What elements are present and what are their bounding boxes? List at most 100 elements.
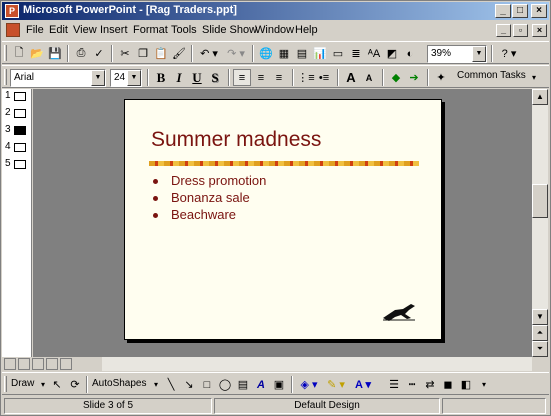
horizontal-scrollbar[interactable] xyxy=(102,357,532,371)
arrow-icon[interactable]: ↘ xyxy=(180,376,198,393)
slide-view-icon[interactable] xyxy=(32,358,44,370)
doc-close-button[interactable]: × xyxy=(532,24,547,37)
select-objects-icon[interactable]: ↖ xyxy=(48,376,66,393)
maximize-button[interactable]: □ xyxy=(512,4,528,18)
slide-thumbnail-icon[interactable] xyxy=(14,143,26,152)
menu-slide-show[interactable]: Slide Show xyxy=(202,24,257,36)
wordart-icon[interactable]: A xyxy=(252,376,270,393)
demote-icon[interactable]: ➔ xyxy=(405,69,423,86)
powerpoint-app-icon[interactable]: P xyxy=(5,4,19,18)
slide-thumbnail-icon[interactable] xyxy=(14,109,26,118)
chevron-down-icon[interactable]: ▾ xyxy=(475,376,493,393)
slide-thumbnail-icon[interactable] xyxy=(14,92,26,101)
arrow-style-icon[interactable]: ⇄ xyxy=(421,376,439,393)
slide-show-view-icon[interactable] xyxy=(60,358,72,370)
slide-sorter-view-icon[interactable] xyxy=(46,358,58,370)
insert-chart-icon[interactable]: 📊 xyxy=(311,45,329,62)
decrease-font-icon[interactable]: A xyxy=(360,69,378,86)
fill-color-icon[interactable]: ◈ ▾ xyxy=(296,376,322,393)
chevron-down-icon[interactable]: ▼ xyxy=(127,70,141,86)
line-icon[interactable]: ╲ xyxy=(162,376,180,393)
clip-art-icon[interactable]: ▣ xyxy=(270,376,288,393)
help-icon[interactable]: ? ▾ xyxy=(496,45,522,62)
normal-view-icon[interactable] xyxy=(4,358,16,370)
scroll-up-icon[interactable]: ▲ xyxy=(532,89,548,105)
italic-icon[interactable]: I xyxy=(170,69,188,86)
insert-table-icon[interactable]: ▤ xyxy=(293,45,311,62)
show-formatting-icon[interactable]: ᴬA xyxy=(365,45,383,62)
format-painter-icon[interactable]: 🖌 xyxy=(170,45,188,62)
copy-icon[interactable]: ❐ xyxy=(134,45,152,62)
next-slide-icon[interactable]: ⏷ xyxy=(532,341,548,357)
spelling-icon[interactable]: ✓ xyxy=(90,45,108,62)
bold-icon[interactable]: B xyxy=(152,69,170,86)
bullet-text[interactable]: Beachware xyxy=(171,207,236,222)
shadow-icon[interactable]: S xyxy=(206,69,224,86)
chevron-down-icon[interactable]: ▾ xyxy=(525,69,543,86)
draw-menu-button[interactable]: Draw xyxy=(11,378,34,389)
new-slide-icon[interactable]: ▭ xyxy=(329,45,347,62)
outline-view-icon[interactable] xyxy=(18,358,30,370)
open-icon[interactable]: 📂 xyxy=(28,45,46,62)
increase-font-icon[interactable]: A xyxy=(342,69,360,86)
common-tasks-icon[interactable]: ✦ xyxy=(432,69,450,86)
3d-style-icon[interactable]: ◧ xyxy=(457,376,475,393)
zoom-combo[interactable]: 39% ▼ xyxy=(427,45,487,63)
slide-title[interactable]: Summer madness xyxy=(151,128,321,152)
menu-file[interactable]: File xyxy=(26,24,44,36)
hyperlink-icon[interactable]: 🌐 xyxy=(257,45,275,62)
paste-icon[interactable]: 📋 xyxy=(152,45,170,62)
scroll-down-icon[interactable]: ▼ xyxy=(532,309,548,325)
free-rotate-icon[interactable]: ⟳ xyxy=(66,376,84,393)
line-color-icon[interactable]: ✎ ▾ xyxy=(323,376,349,393)
menu-format[interactable]: Format xyxy=(133,24,168,36)
align-left-icon[interactable]: ≡ xyxy=(233,69,251,86)
slide-thumbnail-icon[interactable] xyxy=(14,126,26,135)
text-box-icon[interactable]: ▤ xyxy=(234,376,252,393)
menu-view[interactable]: View xyxy=(73,24,97,36)
toolbar-grip[interactable] xyxy=(4,45,7,61)
bullet-text[interactable]: Dress promotion xyxy=(171,173,266,188)
save-icon[interactable]: 💾 xyxy=(46,45,64,62)
bullet-text[interactable]: Bonanza sale xyxy=(171,190,250,205)
common-tasks-button[interactable]: Common Tasks xyxy=(457,70,526,81)
close-button[interactable]: × xyxy=(531,4,547,18)
rectangle-icon[interactable]: □ xyxy=(198,376,216,393)
toolbar-grip[interactable] xyxy=(4,376,7,392)
vertical-scrollbar[interactable]: ▲ ▼ ⏶ ⏷ xyxy=(532,89,548,357)
undo-icon[interactable]: ↶ ▾ xyxy=(196,45,222,62)
menu-tools[interactable]: Tools xyxy=(171,24,197,36)
autoshapes-menu-button[interactable]: AutoShapes xyxy=(92,378,147,389)
tables-borders-icon[interactable]: ▦ xyxy=(275,45,293,62)
font-color-icon[interactable]: A ▾ xyxy=(350,376,376,393)
grayscale-icon[interactable]: ◩ xyxy=(383,45,401,62)
doc-minimize-button[interactable]: _ xyxy=(496,24,511,37)
menu-window[interactable]: Window xyxy=(255,24,294,36)
print-icon[interactable]: ⎙ xyxy=(72,45,90,62)
oval-icon[interactable]: ◯ xyxy=(216,376,234,393)
align-right-icon[interactable]: ≡ xyxy=(270,69,288,86)
doc-restore-button[interactable]: ▫ xyxy=(513,24,528,37)
shadow-style-icon[interactable]: ◼ xyxy=(439,376,457,393)
line-style-icon[interactable]: ☰ xyxy=(385,376,403,393)
menu-edit[interactable]: Edit xyxy=(49,24,68,36)
minimize-button[interactable]: _ xyxy=(495,4,511,18)
font-combo[interactable]: Arial ▼ xyxy=(10,69,106,87)
numbering-icon[interactable]: ⋮≡ xyxy=(297,69,315,86)
cut-icon[interactable]: ✂ xyxy=(116,45,134,62)
expand-all-icon[interactable]: ≣ xyxy=(347,45,365,62)
menu-insert[interactable]: Insert xyxy=(100,24,128,36)
font-size-combo[interactable]: 24 ▼ xyxy=(110,69,142,87)
promote-icon[interactable]: ◆ xyxy=(387,69,405,86)
slide-thumbnail-icon[interactable] xyxy=(14,160,26,169)
previous-slide-icon[interactable]: ⏶ xyxy=(532,325,548,341)
toolbar-grip[interactable] xyxy=(4,69,7,85)
underline-icon[interactable]: U xyxy=(188,69,206,86)
align-center-icon[interactable]: ≡ xyxy=(252,69,270,86)
chevron-down-icon[interactable]: ▼ xyxy=(91,70,105,86)
new-icon[interactable]: 🗋 xyxy=(10,45,28,62)
redo-icon[interactable]: ↷ ▾ xyxy=(223,45,249,62)
bullets-icon[interactable]: •≡ xyxy=(315,69,333,86)
slide-canvas[interactable]: Summer madness Dress promotion Bonanza s… xyxy=(124,99,442,340)
menu-help[interactable]: Help xyxy=(295,24,318,36)
